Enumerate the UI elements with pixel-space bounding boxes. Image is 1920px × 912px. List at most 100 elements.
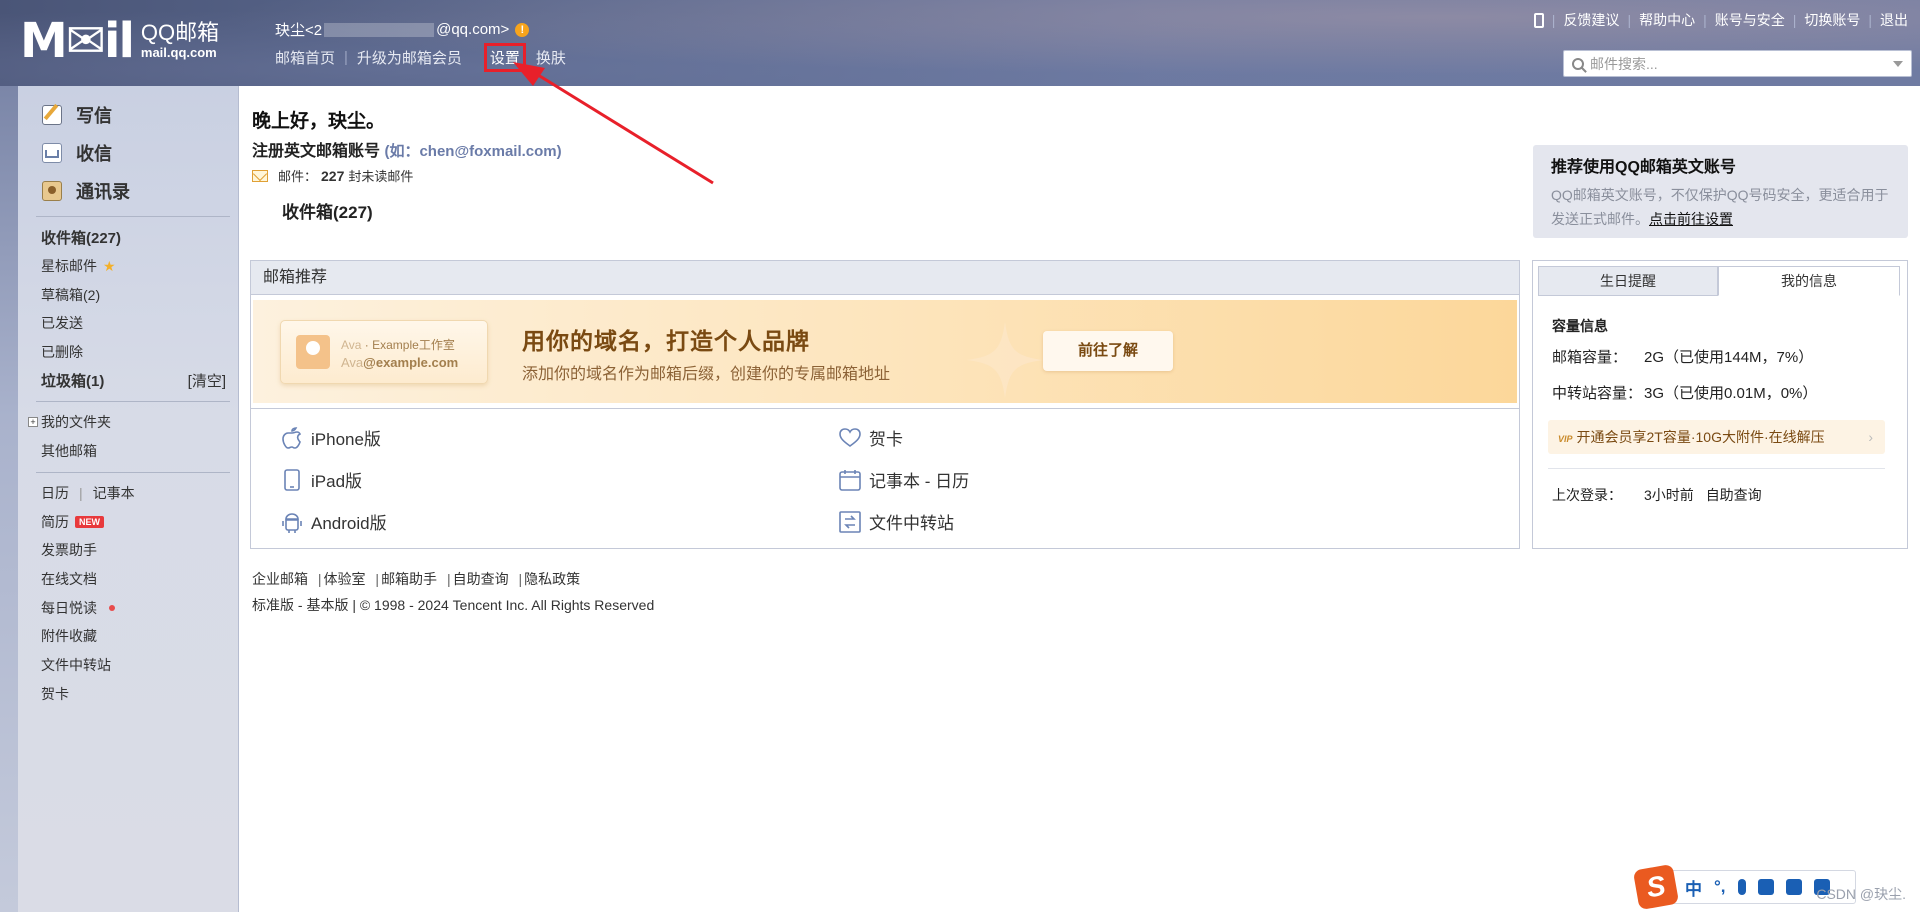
masked-account-number [324, 22, 435, 37]
account-label: 玦尘<2 @qq.com> ! [275, 19, 530, 40]
notebook-link[interactable]: 记事本 [93, 483, 135, 503]
heart-icon [839, 427, 861, 449]
sidebar: 写信 收信 通讯录 收件箱(227) 星标邮件 ★ 草稿箱(2) 已发送 已删除 … [18, 86, 239, 912]
register-english-account[interactable]: 注册英文邮箱账号 (如：chen@foxmail.com) [252, 137, 562, 161]
sogou-logo-icon: S [1632, 863, 1680, 911]
footer-copyright: 标准版 - 基本版 | © 1998 - 2024 Tencent Inc. A… [252, 597, 655, 613]
banner-subtitle: 添加你的域名作为邮箱后缀，创建你的专属邮箱地址 [522, 366, 891, 383]
sidebar-item-drafts[interactable]: 草稿箱(2) [18, 280, 238, 309]
mail-capacity: 邮箱容量： 2G（已使用144M，7%） [1552, 349, 1814, 366]
nav-settings-link[interactable]: 设置 [483, 43, 526, 72]
iphone-app-link[interactable]: iPhone版 [281, 425, 381, 450]
compose-button[interactable]: 写信 [18, 96, 238, 134]
expand-plus-icon[interactable]: + [28, 417, 38, 428]
banner-title: 用你的域名，打造个人品牌 [522, 328, 810, 354]
calendar-link[interactable]: 日历 [41, 483, 69, 503]
my-info-panel: 生日提醒 我的信息 容量信息 邮箱容量： 2G（已使用144M，7%） 中转站容量… [1532, 260, 1908, 549]
android-app-link[interactable]: Android版 [281, 509, 387, 534]
skin-shirt-icon[interactable] [1785, 879, 1802, 895]
logout-link[interactable]: 退出 [1880, 10, 1908, 30]
android-icon [281, 511, 303, 533]
sidebar-item-daily-read[interactable]: 每日悦读 [18, 593, 238, 622]
tablet-icon [281, 468, 303, 491]
nav-upgrade-link[interactable]: 升级为邮箱会员 [357, 47, 462, 68]
footer-lab-link[interactable]: 体验室 [324, 571, 366, 587]
logo-name: QQ邮箱 [140, 20, 220, 45]
footer-assistant-link[interactable]: 邮箱助手 [381, 571, 437, 587]
sidebar-item-other-mail[interactable]: 其他邮箱 [18, 437, 238, 466]
nav-home-link[interactable]: 邮箱首页 [275, 47, 335, 68]
mail-recommend-panel: 邮箱推荐 Ava · Example工作室 Ava@example.com 用你… [250, 260, 1520, 549]
ime-punctuation-toggle[interactable]: °, [1714, 877, 1726, 897]
contacts-button[interactable]: 通讯录 [18, 172, 238, 210]
search-placeholder: 邮件搜索... [1590, 55, 1658, 72]
receive-button[interactable]: 收信 [18, 134, 238, 172]
feedback-link[interactable]: 反馈建议 [1563, 10, 1619, 30]
sidebar-item-calendar-notebook: 日历 | 记事本 [41, 483, 135, 503]
unread-mail-count[interactable]: 邮件： 227 封未读邮件 [252, 166, 413, 185]
ime-language-toggle[interactable]: 中 [1685, 875, 1702, 900]
tab-my-info[interactable]: 我的信息 [1718, 266, 1900, 296]
logo-mark: M✉il [20, 13, 135, 69]
inbox-count-link[interactable]: 收件箱(227) [282, 198, 373, 223]
file-transfer-icon [839, 510, 861, 533]
sidebar-item-inbox[interactable]: 收件箱(227) [18, 223, 238, 252]
calendar-icon [839, 469, 861, 491]
new-badge: NEW [75, 515, 104, 528]
sidebar-item-invoice[interactable]: 发票助手 [18, 536, 238, 565]
footer-links: 企业邮箱 | 体验室 | 邮箱助手 | 自助查询 | 隐私政策 [252, 571, 581, 587]
footer-enterprise-link[interactable]: 企业邮箱 [252, 571, 308, 587]
help-center-link[interactable]: 帮助中心 [1639, 10, 1695, 30]
app-links: iPhone版 iPad版 Android版 贺卡 记事本 - 日历 文件中转站 [251, 408, 1519, 548]
mail-search-input[interactable]: 邮件搜索... [1563, 50, 1912, 77]
transfer-capacity: 中转站容量： 3G（已使用0.01M，0%） [1552, 385, 1818, 402]
header-right-links: | 反馈建议 | 帮助中心 | 账号与安全 | 切换账号 | 退出 [1533, 10, 1908, 30]
keyboard-icon[interactable] [1757, 879, 1774, 895]
account-security-link[interactable]: 账号与安全 [1715, 10, 1785, 30]
warning-icon[interactable]: ! [515, 22, 530, 37]
custom-domain-banner[interactable]: Ava · Example工作室 Ava@example.com 用你的域名，打… [253, 300, 1517, 403]
empty-spam-link[interactable]: [清空] [188, 370, 226, 391]
nav-skin-link[interactable]: 换肤 [536, 47, 566, 68]
sidebar-item-sent[interactable]: 已发送 [18, 309, 238, 338]
sidebar-item-my-folders[interactable]: + 我的文件夹 [18, 408, 238, 437]
last-login: 上次登录： 3小时前 自助查询 [1552, 487, 1762, 503]
contacts-icon [42, 181, 62, 201]
sidebar-item-attachments[interactable]: 附件收藏 [18, 622, 238, 651]
main-content: 晚上好，玦尘。 注册英文邮箱账号 (如：chen@foxmail.com) 邮件… [239, 86, 1920, 912]
top-header: M✉il QQ邮箱 mail.qq.com 玦尘<2 @qq.com> ! 邮箱… [0, 0, 1920, 86]
envelope-icon [252, 169, 268, 182]
sidebar-item-docs[interactable]: 在线文档 [18, 565, 238, 594]
notebook-calendar-link[interactable]: 记事本 - 日历 [839, 467, 969, 492]
apple-icon [281, 426, 303, 449]
unread-dot [109, 604, 115, 611]
sidebar-item-starred[interactable]: 星标邮件 ★ [18, 252, 238, 281]
ipad-app-link[interactable]: iPad版 [281, 467, 362, 492]
csdn-watermark: CSDN @玦尘. [1816, 886, 1906, 902]
sidebar-item-cards[interactable]: 贺卡 [18, 679, 238, 708]
greeting-card-link[interactable]: 贺卡 [839, 425, 903, 450]
sparkle-decoration-icon [967, 322, 1043, 398]
footer-privacy-link[interactable]: 隐私政策 [524, 571, 580, 587]
microphone-icon[interactable] [1737, 879, 1746, 895]
sidebar-item-resume[interactable]: 简历 NEW [18, 507, 238, 536]
promo-settings-link[interactable]: 点击前往设置 [1649, 211, 1733, 227]
promo-title: 推荐使用QQ邮箱英文账号 [1551, 159, 1736, 176]
qq-mail-logo[interactable]: M✉il QQ邮箱 mail.qq.com [20, 16, 250, 66]
vip-upgrade-bar[interactable]: VIP 开通会员享2T容量·10G大附件·在线解压 › [1548, 420, 1885, 454]
sidebar-item-transfer[interactable]: 文件中转站 [18, 651, 238, 680]
sidebar-item-spam[interactable]: 垃圾箱(1) [清空] [18, 366, 238, 395]
tab-birthday[interactable]: 生日提醒 [1538, 266, 1718, 296]
file-transfer-link[interactable]: 文件中转站 [839, 509, 954, 534]
footer-self-query-link[interactable]: 自助查询 [453, 571, 509, 587]
sidebar-item-deleted[interactable]: 已删除 [18, 338, 238, 367]
sample-email-card: Ava · Example工作室 Ava@example.com [280, 320, 488, 384]
panel-title: 邮箱推荐 [251, 261, 1519, 295]
search-icon [1572, 57, 1584, 70]
learn-more-button[interactable]: 前往了解 [1043, 331, 1173, 371]
self-query-link[interactable]: 自助查询 [1706, 487, 1762, 503]
phone-icon[interactable] [1533, 12, 1544, 28]
chevron-down-icon[interactable] [1893, 61, 1903, 67]
inbox-icon [42, 143, 62, 163]
switch-account-link[interactable]: 切换账号 [1804, 10, 1860, 30]
